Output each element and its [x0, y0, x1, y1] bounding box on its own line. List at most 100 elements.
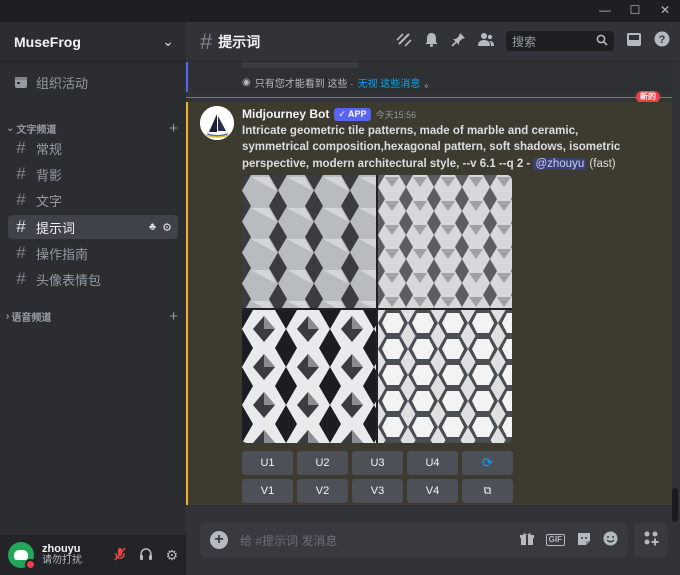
upscale-button[interactable]: U1	[242, 451, 293, 475]
search-input[interactable]: 搜索	[506, 31, 614, 51]
channel-item-active[interactable]: # 提示词 ♣ ⚙	[8, 215, 178, 239]
new-messages-divider: 新的	[186, 91, 672, 103]
channel-item[interactable]: # 头像表情包	[8, 267, 178, 291]
emoji-icon[interactable]	[603, 531, 618, 549]
upscale-button[interactable]: U4	[407, 451, 458, 475]
user-status: 请勿打扰	[42, 555, 82, 566]
variation-button[interactable]: V3	[352, 479, 403, 503]
avatar[interactable]	[8, 542, 36, 570]
channel-item[interactable]: # 操作指南	[8, 241, 178, 265]
channel-item[interactable]: # 常规	[8, 136, 178, 160]
chevron-down-icon: ⌄	[162, 33, 174, 49]
events-item[interactable]: 组织活动	[8, 70, 178, 94]
upscale-row: U1 U2 U3 U4 ⟳	[242, 451, 513, 475]
thread-hash-icon: #	[16, 164, 26, 183]
server-header[interactable]: MuseFrog ⌄	[0, 22, 186, 62]
variation-button[interactable]: V2	[297, 479, 348, 503]
hash-icon: #	[16, 269, 26, 288]
generated-image-2[interactable]	[378, 175, 512, 308]
thread-hash-icon: #	[16, 190, 26, 209]
gif-icon[interactable]: GIF	[545, 534, 565, 546]
channel-header: # 提示词 搜索 ?	[186, 22, 680, 62]
timestamp: 今天15:56	[375, 109, 417, 120]
app-badge: ✓ APP	[334, 107, 371, 121]
minimize-button[interactable]: —	[598, 3, 612, 17]
chevron-down-icon: ⌄	[6, 123, 15, 134]
channel-label: 常规	[36, 141, 63, 157]
bot-avatar[interactable]	[200, 106, 234, 140]
variation-button[interactable]: V4	[407, 479, 458, 503]
open-link-button[interactable]: ⧉	[462, 479, 513, 503]
channel-label: 文字	[36, 193, 63, 209]
ephemeral-message: ◉ 只有您才能看到 这些 · 无视 这些消息。	[186, 62, 672, 92]
add-attachment-icon[interactable]: +	[210, 531, 228, 549]
sticker-icon[interactable]	[577, 532, 591, 549]
hash-icon: #	[200, 28, 213, 54]
user-panel: zhouyu 请勿打扰 ⚙	[0, 535, 186, 575]
generated-image-3[interactable]	[242, 310, 376, 443]
message-content: Intricate geometric tile patterns, made …	[242, 123, 630, 172]
upscale-button[interactable]: U2	[297, 451, 348, 475]
search-placeholder: 搜索	[512, 34, 537, 49]
gear-icon[interactable]: ⚙	[162, 221, 172, 234]
events-label: 组织活动	[36, 75, 89, 91]
threads-icon[interactable]	[396, 31, 412, 51]
eye-icon: ◉	[242, 77, 251, 88]
pin-icon[interactable]	[451, 32, 466, 51]
channel-title: 提示词	[218, 33, 261, 50]
apps-button[interactable]	[634, 522, 668, 558]
dnd-status-icon	[25, 559, 36, 570]
prompt-dash: -	[523, 157, 534, 170]
hash-icon: #	[16, 217, 26, 236]
close-button[interactable]: ✕	[658, 3, 672, 17]
microphone-muted-icon[interactable]	[113, 546, 127, 564]
image-grid[interactable]	[242, 175, 512, 443]
scrollbar[interactable]	[672, 488, 678, 522]
svg-text:?: ?	[659, 34, 666, 46]
gift-icon[interactable]	[519, 532, 534, 549]
channel-item[interactable]: # 背影	[8, 162, 178, 186]
hash-icon: #	[16, 138, 26, 157]
members-icon[interactable]	[478, 32, 494, 51]
chat-area: # 提示词 搜索 ? ◉ 只有您才能看到 这些 · 无视 这些消息 。 新的 M…	[186, 22, 680, 575]
channel-label: 头像表情包	[36, 272, 102, 288]
dismiss-suffix: 。	[424, 79, 435, 90]
maximize-button[interactable]: ☐	[628, 3, 642, 17]
upscale-button[interactable]: U3	[352, 451, 403, 475]
variation-button[interactable]: V1	[242, 479, 293, 503]
add-channel-icon[interactable]: +	[169, 120, 178, 137]
hash-icon: #	[16, 243, 26, 262]
apps-icon	[643, 530, 659, 550]
speed-label: (fast)	[586, 157, 616, 170]
reroll-button[interactable]: ⟳	[462, 451, 513, 475]
username: zhouyu	[42, 543, 81, 555]
refresh-icon: ⟳	[482, 455, 493, 470]
external-link-icon: ⧉	[483, 484, 492, 497]
help-icon[interactable]: ?	[654, 31, 670, 51]
generated-image-4[interactable]	[378, 310, 512, 443]
category-text-channels[interactable]: ⌄ 文字频道 +	[6, 120, 178, 137]
generated-image-1[interactable]	[242, 175, 376, 308]
author-name[interactable]: Midjourney Bot	[242, 107, 329, 121]
ephemeral-note: 只有您才能看到 这些 ·	[254, 79, 354, 90]
category-label: 语音频道	[11, 313, 52, 324]
inbox-icon[interactable]	[626, 32, 642, 51]
channel-item[interactable]: # 文字	[8, 188, 178, 212]
composer-placeholder: 给 #提示词 发消息	[240, 533, 338, 548]
category-voice-channels[interactable]: › 语音频道 +	[6, 308, 178, 325]
variation-row: V1 V2 V3 V4 ⧉	[242, 479, 513, 503]
add-member-icon[interactable]: ♣	[149, 221, 156, 234]
chevron-right-icon: ›	[6, 311, 10, 322]
add-channel-icon[interactable]: +	[169, 308, 178, 325]
search-icon	[596, 34, 608, 49]
message-composer[interactable]: + 给 #提示词 发消息 GIF	[200, 522, 628, 558]
bell-icon[interactable]	[424, 32, 439, 51]
calendar-icon	[15, 77, 27, 88]
channel-label: 背影	[36, 167, 63, 183]
channel-label: 操作指南	[36, 246, 89, 262]
category-label: 文字频道	[16, 125, 57, 136]
user-mention[interactable]: @zhouyu	[533, 157, 587, 170]
headphones-icon[interactable]	[139, 547, 153, 564]
gear-icon[interactable]: ⚙	[165, 547, 178, 564]
dismiss-link[interactable]: 无视 这些消息	[358, 75, 421, 90]
